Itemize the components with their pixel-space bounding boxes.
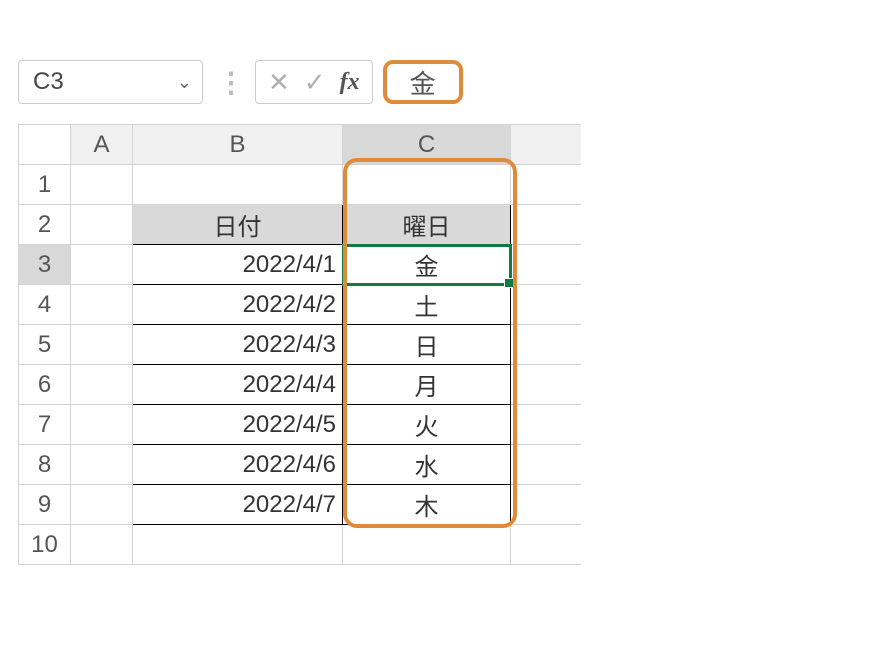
separator-icon: ⋮	[217, 66, 241, 99]
enter-icon[interactable]: ✓	[304, 67, 326, 98]
cell-D6[interactable]	[511, 365, 581, 405]
cell-B5[interactable]: 2022/4/3	[133, 325, 343, 365]
cell-C5[interactable]: 日	[343, 325, 511, 365]
cell-A9[interactable]	[71, 485, 133, 525]
cell-B6[interactable]: 2022/4/4	[133, 365, 343, 405]
cell-D8[interactable]	[511, 445, 581, 485]
cell-D9[interactable]	[511, 485, 581, 525]
row-header-1[interactable]: 1	[19, 165, 71, 205]
cell-B4[interactable]: 2022/4/2	[133, 285, 343, 325]
row-header-8[interactable]: 8	[19, 445, 71, 485]
row-header-5[interactable]: 5	[19, 325, 71, 365]
cell-C7[interactable]: 火	[343, 405, 511, 445]
cell-A3[interactable]	[71, 245, 133, 285]
formula-value-box[interactable]: 金	[383, 60, 463, 104]
row-header-10[interactable]: 10	[19, 525, 71, 565]
cancel-icon[interactable]: ✕	[268, 67, 290, 98]
cell-D7[interactable]	[511, 405, 581, 445]
cell-A4[interactable]	[71, 285, 133, 325]
cell-C2[interactable]: 曜日	[343, 205, 511, 245]
formula-value: 金	[410, 64, 436, 101]
col-header-B[interactable]: B	[133, 125, 343, 165]
col-header-C[interactable]: C	[343, 125, 511, 165]
row-header-4[interactable]: 4	[19, 285, 71, 325]
cell-D1[interactable]	[511, 165, 581, 205]
cell-A6[interactable]	[71, 365, 133, 405]
chevron-down-icon[interactable]: ⌄	[177, 72, 192, 93]
cell-A5[interactable]	[71, 325, 133, 365]
row-header-2[interactable]: 2	[19, 205, 71, 245]
cell-B3[interactable]: 2022/4/1	[133, 245, 343, 285]
col-header-A[interactable]: A	[71, 125, 133, 165]
cell-B10[interactable]	[133, 525, 343, 565]
cell-B9[interactable]: 2022/4/7	[133, 485, 343, 525]
cell-B2[interactable]: 日付	[133, 205, 343, 245]
cell-C9[interactable]: 木	[343, 485, 511, 525]
fx-icon[interactable]: fx	[340, 69, 360, 96]
cell-D5[interactable]	[511, 325, 581, 365]
cell-B7[interactable]: 2022/4/5	[133, 405, 343, 445]
row-header-6[interactable]: 6	[19, 365, 71, 405]
formula-buttons: ✕ ✓ fx	[255, 60, 373, 104]
cell-A10[interactable]	[71, 525, 133, 565]
cell-B1[interactable]	[133, 165, 343, 205]
cell-D4[interactable]	[511, 285, 581, 325]
cell-B8[interactable]: 2022/4/6	[133, 445, 343, 485]
formula-bar: C3 ⌄ ⋮ ✕ ✓ fx 金	[18, 60, 864, 104]
cell-C8[interactable]: 水	[343, 445, 511, 485]
select-all-corner[interactable]	[19, 125, 71, 165]
cell-C4[interactable]: 土	[343, 285, 511, 325]
col-header-extra[interactable]	[511, 125, 581, 165]
cell-D10[interactable]	[511, 525, 581, 565]
cell-C6[interactable]: 月	[343, 365, 511, 405]
cell-A7[interactable]	[71, 405, 133, 445]
name-box-value: C3	[33, 68, 64, 96]
cell-A1[interactable]	[71, 165, 133, 205]
spreadsheet-grid[interactable]: A B C 1 2 日付 曜日 3 2022/4/1 金 4 2022/4/2 …	[18, 124, 581, 565]
cell-C1[interactable]	[343, 165, 511, 205]
cell-C3[interactable]: 金	[343, 245, 511, 285]
row-header-9[interactable]: 9	[19, 485, 71, 525]
cell-D3[interactable]	[511, 245, 581, 285]
name-box[interactable]: C3 ⌄	[18, 60, 203, 104]
cell-A2[interactable]	[71, 205, 133, 245]
cell-C10[interactable]	[343, 525, 511, 565]
cell-D2[interactable]	[511, 205, 581, 245]
cell-A8[interactable]	[71, 445, 133, 485]
row-header-7[interactable]: 7	[19, 405, 71, 445]
row-header-3[interactable]: 3	[19, 245, 71, 285]
